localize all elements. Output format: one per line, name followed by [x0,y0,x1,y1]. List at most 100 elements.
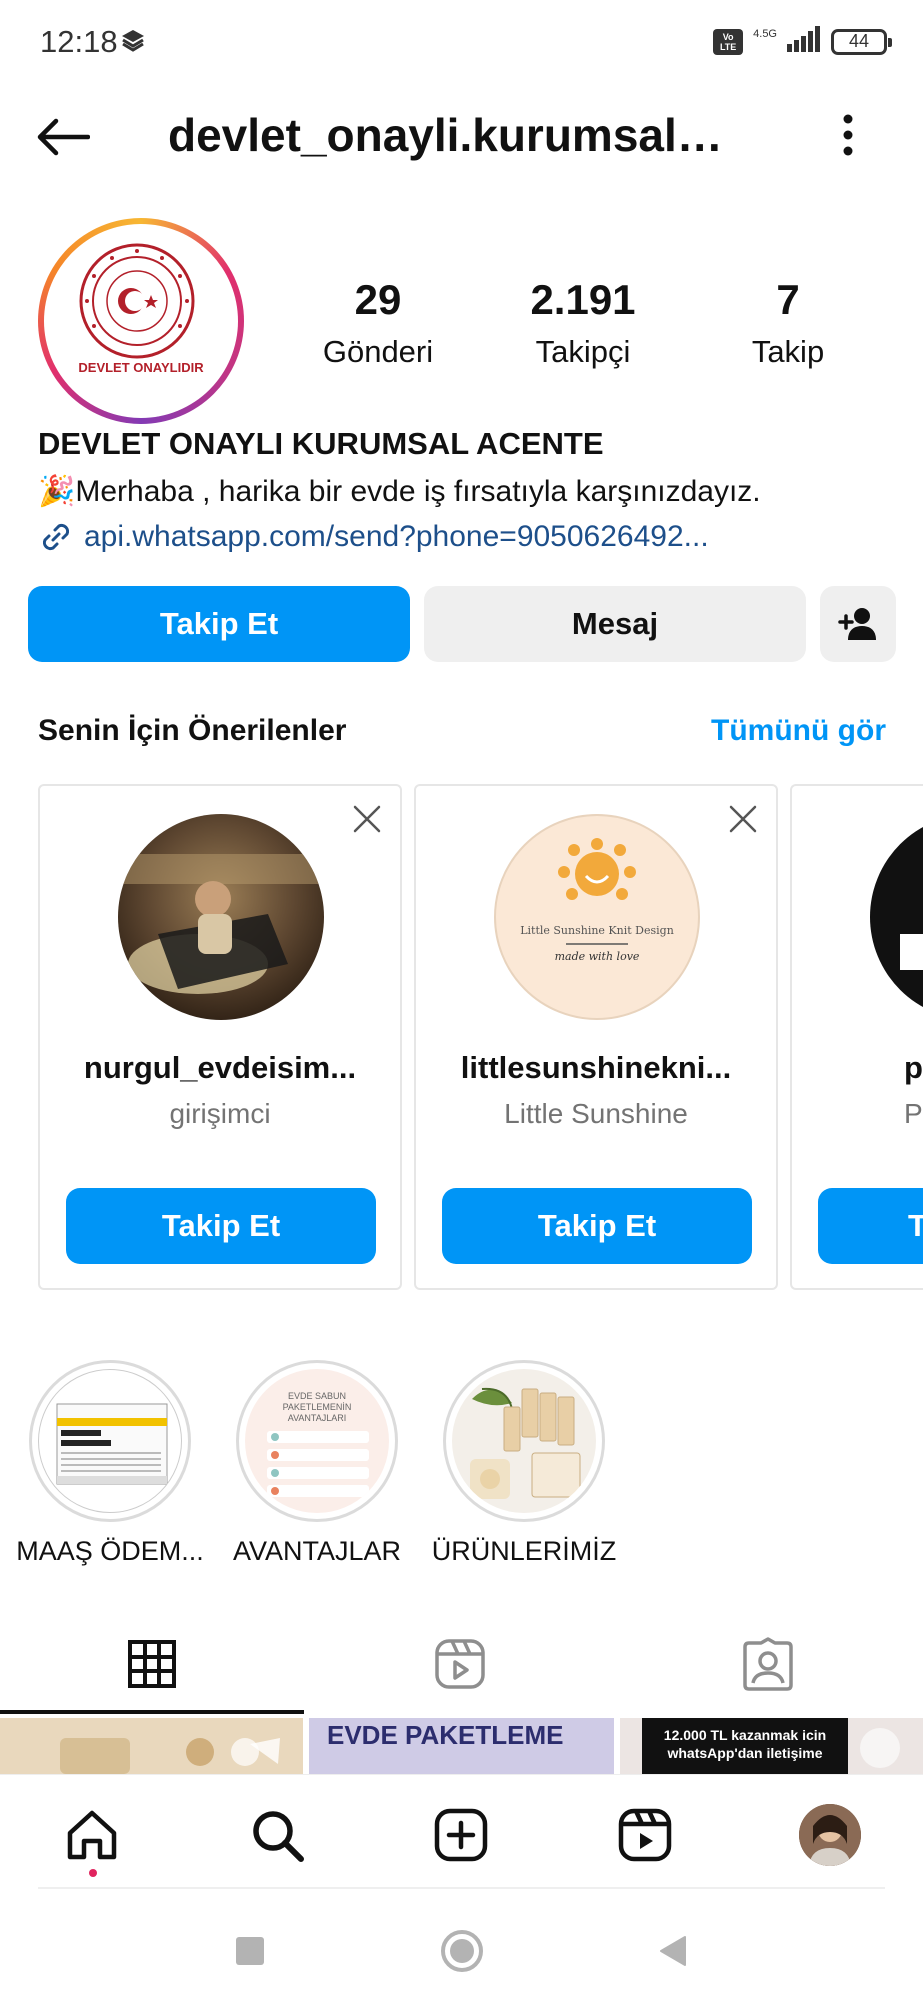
highlight-cover [452,1369,596,1513]
bio-text: 🎉Merhaba , harika bir evde iş fırsatıyla… [38,475,761,508]
more-options-button[interactable] [836,110,860,160]
thumbnail-text: 12.000 TL kazanmak icin whatsApp'dan ile… [663,1727,827,1761]
suggestion-username[interactable]: littlesunshinekni... [426,1050,766,1086]
follow-button[interactable]: T [818,1188,923,1264]
highlight-cover: EVDE SABUN PAKETLEMENİN AVANTAJLARI [245,1369,389,1513]
suggestion-username[interactable]: nurgul_evdeisim... [50,1050,390,1086]
suggestion-subtitle: girişimci [169,1098,271,1129]
profile-tabs [0,1614,923,1718]
bottom-navigation [0,1774,923,1889]
post-thumbnail[interactable]: 12.000 TL kazanmak icin whatsApp'dan ile… [620,1718,923,1774]
bio-link[interactable]: api.whatsapp.com/send?phone=9050626492..… [38,519,898,555]
tab-reels[interactable] [308,1614,612,1714]
tab-active-indicator [0,1710,304,1714]
nav-create[interactable] [421,1795,501,1875]
avatar-text-sub: made with love [554,950,640,963]
stat-following[interactable]: 7 Takip [688,276,888,370]
bio-link-text: api.whatsapp.com/send?phone=9050626492..… [84,520,709,553]
divider [38,1887,885,1889]
battery-level: 44 [848,31,870,51]
avatar [799,1804,861,1866]
profile-name: DEVLET ONAYLI KURUMSAL ACENTE [38,426,604,461]
profile-actions: Takip Et Mesaj [28,586,896,662]
status-bar: 12:18 Vo LTE 4.5G 44 [0,0,923,86]
highlight-cover [38,1369,182,1513]
suggestion-card[interactable]: Little Sunshine Knit Design made with lo… [414,784,778,1290]
stat-posts[interactable]: 29 Gönderi [278,276,478,370]
suggestion-card[interactable]: nurgul_evdeisim... girişimci Takip Et [38,784,402,1290]
reels-icon [618,1808,672,1862]
avatar [870,814,923,1020]
reels-icon [435,1639,485,1689]
tab-tagged[interactable] [616,1614,920,1714]
stat-value: 7 [776,276,800,323]
stat-label: Takipçi [535,334,631,369]
seal-logo: DEVLET ONAYLIDIR [49,229,233,413]
stat-label: Takip [751,334,825,369]
signal-icon [787,26,821,57]
search-icon [253,1811,304,1862]
plus-square-icon [434,1808,488,1862]
home-button[interactable] [437,1926,487,1976]
suggestion-username[interactable]: p [904,1050,923,1086]
stat-followers[interactable]: 2.191 Takipçi [483,276,683,370]
volte-icon: Vo LTE [713,28,744,55]
suggested-users-button[interactable] [820,586,896,662]
link-icon [42,523,70,551]
profile-header: devlet_onayli.kurumsal_a... [0,100,923,172]
nav-profile[interactable] [790,1795,870,1875]
stat-value: 29 [354,276,402,323]
suggestions-header: Senin İçin Önerilenler Tümünü gör [38,714,886,754]
message-button[interactable]: Mesaj [424,586,806,662]
network-type: 4.5G [753,27,777,40]
tab-posts-grid[interactable] [0,1614,304,1714]
see-all-link[interactable]: Tümünü gör [711,714,886,748]
circle-icon [441,1930,483,1972]
close-icon [353,805,381,833]
nav-home[interactable] [52,1795,132,1877]
more-vertical-icon [843,114,853,156]
layers-icon [120,28,146,57]
page-title: devlet_onayli.kurumsal_a... [168,109,748,161]
avatar: Little Sunshine Knit Design made with lo… [494,814,700,1020]
follow-button[interactable]: Takip Et [66,1188,376,1264]
story-highlight[interactable]: MAAŞ ÖDEM... [10,1360,210,1567]
notification-dot [89,1869,97,1877]
stat-value: 2.191 [530,276,636,323]
recents-button[interactable] [225,1926,275,1976]
dismiss-button[interactable] [726,802,760,836]
nav-search[interactable] [237,1795,317,1875]
battery-icon: 44 [831,28,892,55]
square-icon [236,1937,264,1965]
triangle-back-icon [660,1936,686,1966]
thumbnail-text: EVDE PAKETLEME [327,1720,564,1750]
follow-button[interactable]: Takip Et [28,586,410,662]
volte-top: Vo [722,31,734,42]
back-nav-button[interactable] [648,1926,698,1976]
status-time: 12:18 [40,24,118,59]
reel-badge-icon [860,1728,900,1768]
suggestions-title: Senin İçin Önerilenler [38,714,347,747]
suggestion-subtitle: P [904,1098,923,1129]
avatar-text: Little Sunshine Knit Design [520,924,674,937]
story-highlight[interactable]: ÜRÜNLERİMİZ [424,1360,624,1567]
suggestion-subtitle: Little Sunshine [504,1098,688,1129]
home-icon [67,1810,117,1860]
story-highlight[interactable]: EVDE SABUN PAKETLEMENİN AVANTAJLARI AVAN… [217,1360,417,1567]
profile-stats: 29 Gönderi 2.191 Takipçi 7 Takip [300,276,860,376]
follow-button[interactable]: Takip Et [442,1188,752,1264]
volte-bottom: LTE [719,41,737,52]
arrow-left-icon [37,118,90,156]
post-thumbnail[interactable]: EVDE PAKETLEME [309,1718,614,1774]
suggestion-card[interactable]: p P T [790,784,923,1290]
post-thumbnail[interactable] [0,1718,303,1774]
dismiss-button[interactable] [350,802,384,836]
profile-bio: DEVLET ONAYLI KURUMSAL ACENTE 🎉Merhaba ,… [38,426,898,555]
nav-reels[interactable] [605,1795,685,1875]
highlight-label: AVANTAJLAR [232,1536,402,1566]
add-user-icon [838,608,876,640]
profile-avatar[interactable]: DEVLET ONAYLIDIR [38,218,244,424]
tagged-user-icon [743,1637,793,1691]
back-button[interactable] [34,114,94,160]
highlight-label: MAAŞ ÖDEM... [16,1536,204,1566]
